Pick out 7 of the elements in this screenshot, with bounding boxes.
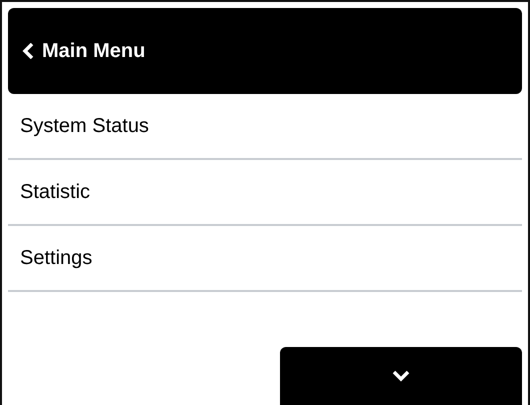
chevron-left-icon [22, 43, 34, 59]
menu-item[interactable]: Statistic [8, 160, 522, 226]
menu-item[interactable]: Settings [8, 226, 522, 292]
back-button[interactable]: Main Menu [8, 8, 522, 94]
menu-item[interactable]: System Status [8, 94, 522, 160]
scroll-down-button[interactable] [280, 347, 522, 405]
chevron-down-icon [392, 370, 410, 382]
